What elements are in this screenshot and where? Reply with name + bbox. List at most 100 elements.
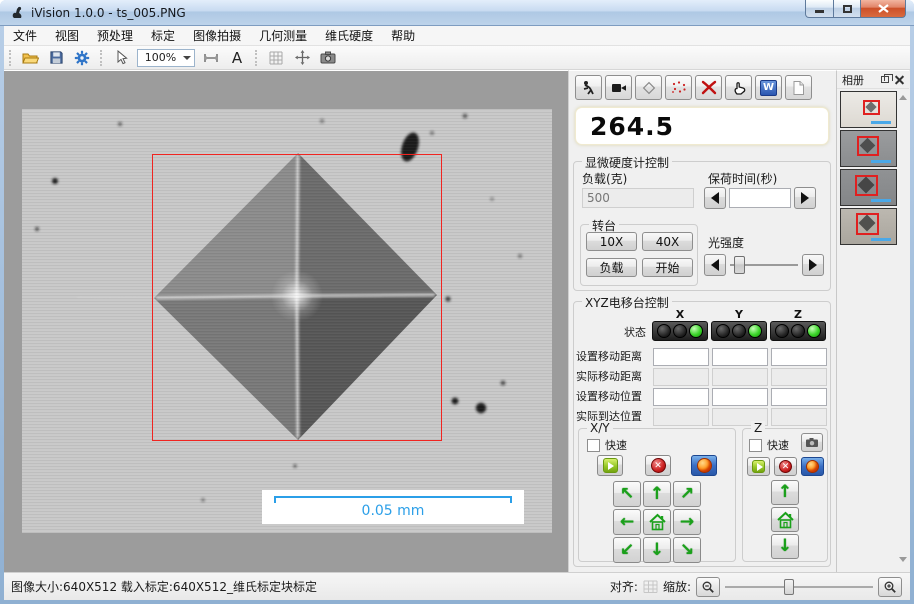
cursor-icon	[114, 50, 128, 65]
minimize-button[interactable]	[805, 0, 834, 18]
led-off-icon	[791, 324, 805, 338]
word-report-button[interactable]: W	[755, 75, 782, 100]
objective-10x-button[interactable]: 10X	[586, 232, 637, 251]
xy-stop-button[interactable]	[645, 455, 671, 476]
new-page-icon	[791, 80, 806, 96]
z-stop-button[interactable]	[774, 457, 797, 476]
slider-thumb[interactable]	[784, 579, 794, 595]
zoom-combo[interactable]: 100%	[137, 49, 195, 67]
zoom-in-button[interactable]	[878, 577, 902, 597]
status-info: 图像大小:640X512 载入标定:640X512_维氏标定块标定	[11, 578, 317, 595]
set-move-distance-y-input[interactable]	[712, 348, 768, 366]
menu-file[interactable]: 文件	[4, 26, 46, 46]
z-camera-button[interactable]	[801, 433, 823, 452]
camera-tool-button[interactable]	[316, 47, 340, 68]
actual-move-distance-x-input	[653, 368, 709, 386]
set-move-position-x-input[interactable]	[653, 388, 709, 406]
view-zoom-slider[interactable]	[725, 577, 873, 597]
light-decrease-button[interactable]	[704, 254, 726, 276]
menu-geometry[interactable]: 几何测量	[250, 26, 316, 46]
thumbnail-list	[840, 91, 897, 245]
manual-point-button[interactable]	[725, 75, 752, 100]
delete-button[interactable]	[695, 75, 722, 100]
points-button[interactable]	[665, 75, 692, 100]
set-move-distance-x-input[interactable]	[653, 348, 709, 366]
menu-vickers[interactable]: 维氏硬度	[316, 26, 382, 46]
z-fast-checkbox[interactable]	[749, 439, 762, 452]
menu-capture[interactable]: 图像拍摄	[184, 26, 250, 46]
jog-down-button[interactable]: ↓	[643, 537, 671, 563]
actual-move-distance-label: 实际移动距离	[576, 368, 650, 386]
thumbnail-3[interactable]	[840, 169, 897, 206]
load-button[interactable]: 负载	[586, 258, 637, 277]
cursor-tool-button[interactable]	[109, 47, 133, 68]
jog-left-button[interactable]: ←	[613, 509, 641, 535]
microscope-image[interactable]: 0.05 mm	[22, 109, 552, 533]
zoom-combo-value: 100%	[138, 51, 183, 64]
z-reset-button[interactable]	[801, 457, 824, 476]
video-capture-button[interactable]	[605, 75, 632, 100]
thumbnail-4[interactable]	[840, 208, 897, 245]
z-up-button[interactable]: ↑	[771, 480, 799, 505]
move-tool-button[interactable]	[290, 47, 314, 68]
album-scroll-up-icon[interactable]	[899, 95, 907, 100]
tester-button[interactable]	[575, 75, 602, 100]
hold-time-decrease-button[interactable]	[704, 187, 726, 209]
hold-time-increase-button[interactable]	[794, 187, 816, 209]
menu-preprocess[interactable]: 预处理	[88, 26, 142, 46]
album-scroll-down-icon[interactable]	[899, 557, 907, 562]
align-grid-icon[interactable]	[643, 580, 658, 593]
save-button[interactable]	[44, 47, 68, 68]
set-move-position-z-input[interactable]	[771, 388, 827, 406]
jog-down-right-button[interactable]: ↘	[673, 537, 701, 563]
new-page-button[interactable]	[785, 75, 812, 100]
zoom-label: 缩放:	[663, 578, 691, 595]
start-button[interactable]: 开始	[642, 258, 693, 277]
settings-button[interactable]	[70, 47, 94, 68]
image-viewport[interactable]: 0.05 mm	[4, 70, 568, 572]
album-close-button[interactable]	[895, 75, 904, 84]
zoom-out-button[interactable]	[696, 577, 720, 597]
jog-up-button[interactable]: ↑	[643, 481, 671, 507]
jog-up-right-button[interactable]: ↗	[673, 481, 701, 507]
hardness-value-display: 264.5	[575, 107, 829, 145]
menu-help[interactable]: 帮助	[382, 26, 424, 46]
z-run-button[interactable]	[747, 457, 770, 476]
menu-view[interactable]: 视图	[46, 26, 88, 46]
z-home-button[interactable]	[771, 507, 799, 532]
maximize-button[interactable]	[834, 0, 861, 18]
jog-right-button[interactable]: →	[673, 509, 701, 535]
camera-icon	[805, 437, 819, 448]
slider-thumb[interactable]	[734, 256, 745, 274]
menu-calibration[interactable]: 标定	[142, 26, 184, 46]
jog-down-left-button[interactable]: ↙	[613, 537, 641, 563]
z-down-button[interactable]: ↓	[771, 534, 799, 559]
load-input[interactable]	[582, 188, 694, 208]
set-move-distance-z-input[interactable]	[771, 348, 827, 366]
arrow-down-icon: ↓	[778, 538, 792, 555]
light-increase-button[interactable]	[802, 254, 824, 276]
jog-up-left-button[interactable]: ↖	[613, 481, 641, 507]
light-intensity-slider[interactable]	[730, 255, 798, 275]
xy-fast-checkbox[interactable]	[587, 439, 600, 452]
xy-group-title: X/Y	[587, 421, 613, 435]
thumbnail-1[interactable]	[840, 91, 897, 128]
grid-tool-button[interactable]	[264, 47, 288, 68]
thumbnail-2[interactable]	[840, 130, 897, 167]
text-tool-button[interactable]: A	[225, 47, 249, 68]
set-move-position-y-input[interactable]	[712, 388, 768, 406]
close-button[interactable]	[861, 0, 906, 18]
xy-run-button[interactable]	[597, 455, 623, 476]
measure-tool-button[interactable]	[199, 47, 223, 68]
xy-reset-button[interactable]	[691, 455, 717, 476]
jog-home-button[interactable]	[643, 509, 671, 535]
hold-time-input[interactable]	[729, 188, 791, 208]
measurement-roi[interactable]	[152, 154, 442, 441]
objective-40x-button[interactable]: 40X	[642, 232, 693, 251]
z-axis-status-indicator	[770, 321, 826, 341]
diamond-select-button[interactable]	[635, 75, 662, 100]
home-icon	[776, 511, 795, 529]
zoom-out-icon	[701, 580, 715, 594]
float-panel-button[interactable]	[881, 76, 889, 83]
open-button[interactable]	[18, 47, 42, 68]
